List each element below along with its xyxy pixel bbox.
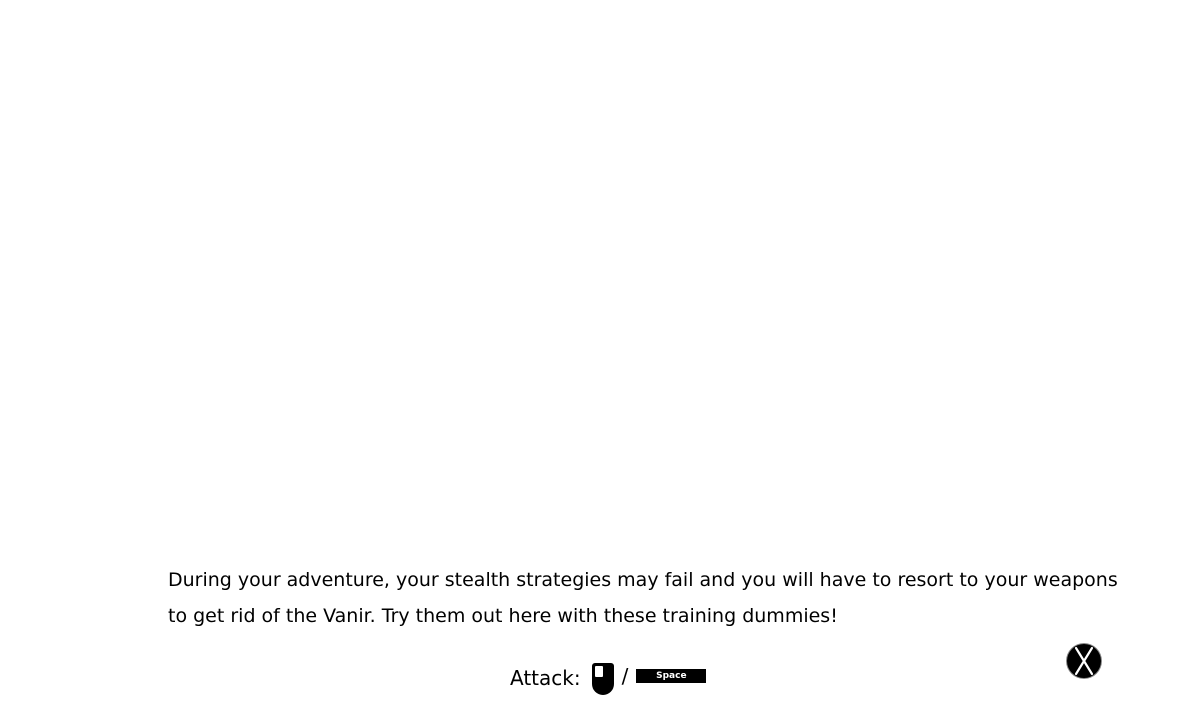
game-scene: [0, 0, 1200, 540]
attack-label: Attack:: [510, 666, 581, 690]
tutorial-line-1: During your adventure, your stealth stra…: [168, 569, 1118, 591]
mouse-left-click-icon: [591, 663, 614, 695]
attack-controls-hint: Attack: / Space: [510, 661, 707, 695]
mouse-left-button-highlight: [594, 666, 603, 677]
close-x-icon: [1074, 646, 1094, 676]
tutorial-message: During your adventure, your stealth stra…: [168, 562, 1118, 634]
close-button[interactable]: [1067, 644, 1101, 678]
tutorial-line-2: to get rid of the Vanir. Try them out he…: [168, 605, 838, 627]
space-key-icon: Space: [636, 669, 707, 683]
controls-separator: /: [621, 664, 629, 688]
